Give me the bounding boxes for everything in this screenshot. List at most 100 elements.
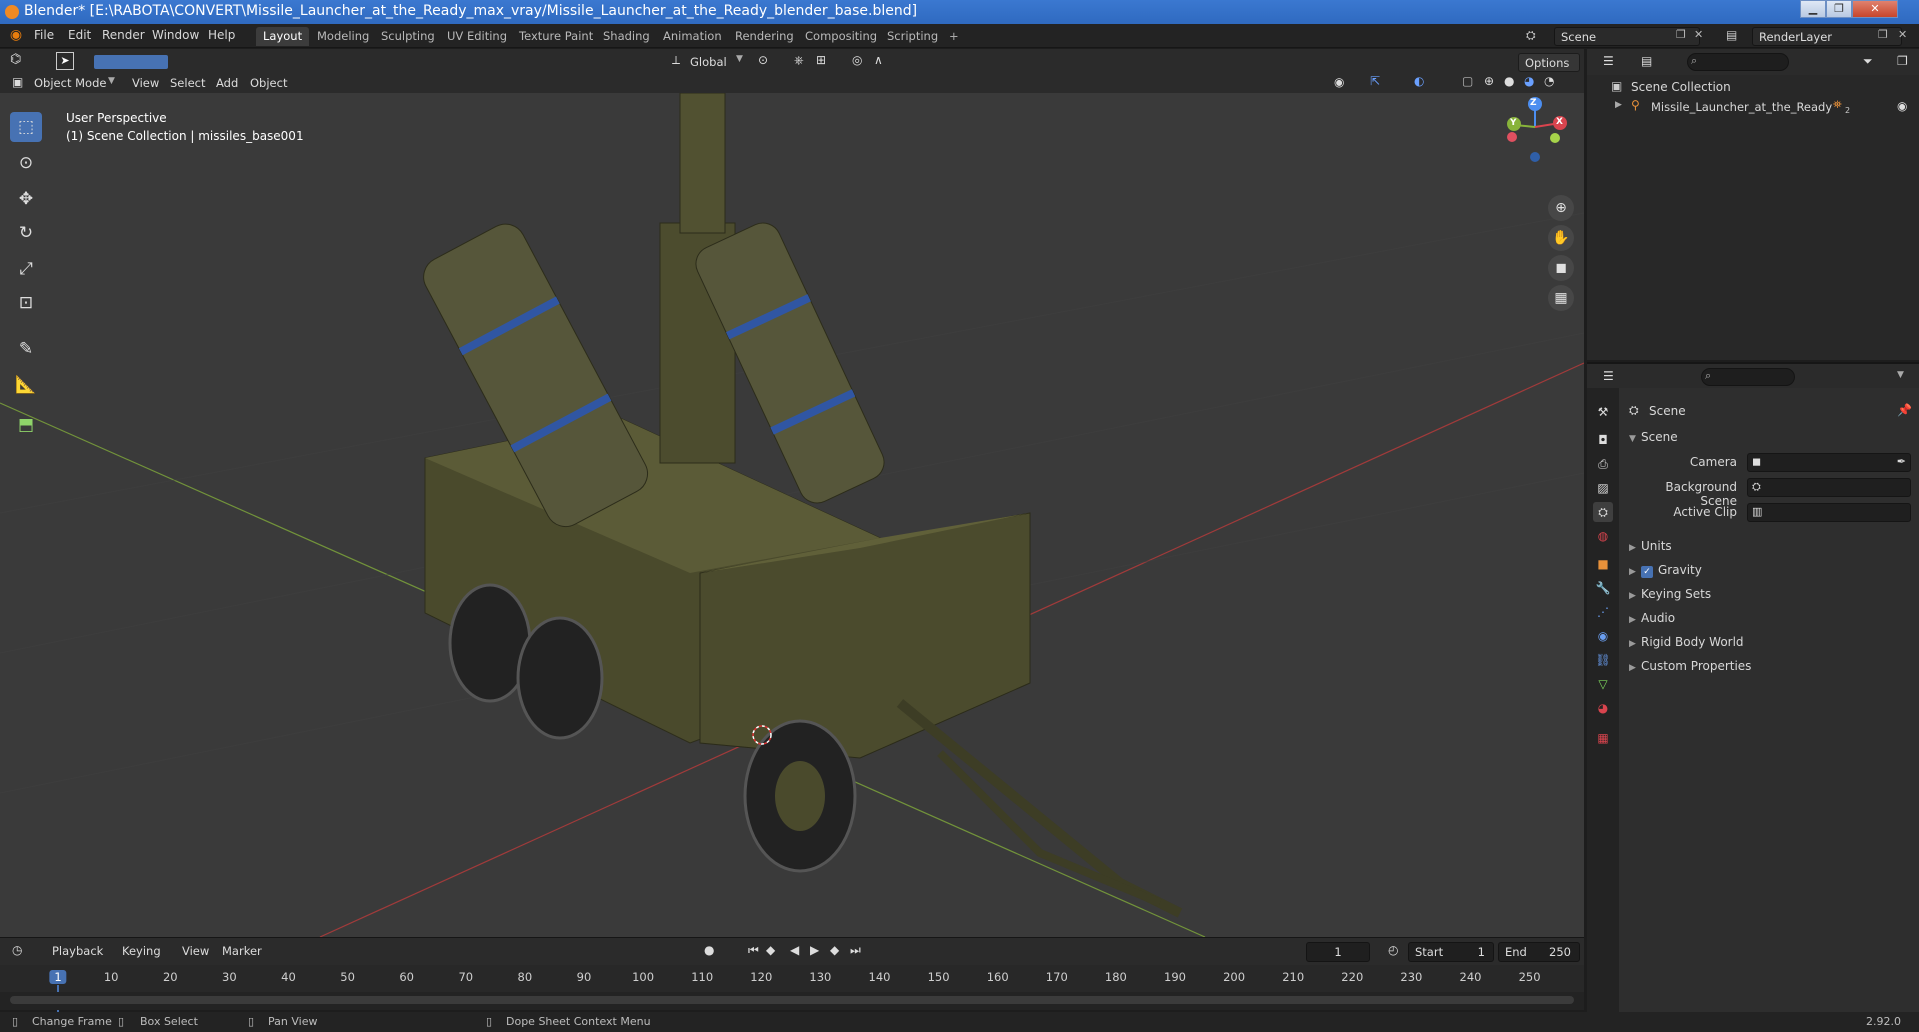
viewport-menu-object[interactable]: Object <box>250 76 287 90</box>
modifier-tab-icon[interactable]: 🔧 <box>1593 578 1613 598</box>
play-reverse-icon[interactable]: ◀ <box>790 944 799 956</box>
tab-layout[interactable]: Layout <box>256 27 310 46</box>
tab-scripting[interactable]: Scripting <box>880 27 945 46</box>
menu-edit[interactable]: Edit <box>68 28 91 42</box>
gravity-panel[interactable]: ▶ ✓ Gravity <box>1629 563 1702 578</box>
record-icon[interactable]: ● <box>704 944 714 956</box>
render-tab-icon[interactable]: ◘ <box>1593 430 1613 450</box>
outliner-editor-icon[interactable]: ☰ <box>1603 55 1614 67</box>
zoom-icon[interactable]: ⊕ <box>1548 195 1574 221</box>
scene-tab-icon[interactable]: ⛭ <box>1593 502 1613 522</box>
custom-properties-panel[interactable]: ▶ Custom Properties <box>1629 659 1751 673</box>
units-panel[interactable]: ▶ Units <box>1629 539 1672 553</box>
timeline-scrollbar[interactable] <box>10 996 1574 1004</box>
cursor-tool-icon[interactable]: ⊙ <box>10 148 42 178</box>
camera-field[interactable]: ◼ ✒ <box>1747 453 1911 472</box>
properties-search-input[interactable] <box>1701 368 1795 386</box>
object-mode-dropdown[interactable]: Object Mode <box>34 76 106 90</box>
physics-tab-icon[interactable]: ◉ <box>1593 626 1613 646</box>
menu-help[interactable]: Help <box>208 28 235 42</box>
chevron-down-icon[interactable]: ▼ <box>108 77 115 86</box>
start-frame-field[interactable]: Start 1 <box>1408 942 1494 962</box>
gravity-checkbox[interactable]: ✓ <box>1641 566 1653 578</box>
select-mode-icon[interactable]: ➤ <box>56 52 74 70</box>
viewport-menu-select[interactable]: Select <box>170 76 205 90</box>
minimize-button[interactable]: ▁ <box>1800 0 1826 18</box>
camera-view-icon[interactable]: ◼ <box>1548 255 1574 281</box>
tab-shading[interactable]: Shading <box>596 27 657 46</box>
maximize-button[interactable]: ❐ <box>1826 0 1852 18</box>
display-mode-icon[interactable]: ▤ <box>1641 55 1652 67</box>
delete-view-layer-icon[interactable]: ✕ <box>1898 29 1907 40</box>
measure-tool-icon[interactable]: 📐 <box>10 370 42 400</box>
active-clip-field[interactable]: ▥ <box>1747 503 1911 522</box>
tab-rendering[interactable]: Rendering <box>728 27 801 46</box>
outliner-item[interactable]: Missile_Launcher_at_the_Ready <box>1651 100 1832 114</box>
tab-compositing[interactable]: Compositing <box>798 27 884 46</box>
menu-file[interactable]: File <box>34 28 54 42</box>
snap-target-icon[interactable]: ⊞ <box>816 54 826 66</box>
eyedropper-icon[interactable]: ✒ <box>1897 456 1906 467</box>
select-box-tool-icon[interactable]: ⬚ <box>10 112 42 142</box>
transform-tool-icon[interactable]: ⊡ <box>10 288 42 318</box>
constraints-tab-icon[interactable]: ⛓ <box>1593 650 1613 670</box>
add-workspace-button[interactable]: + <box>942 27 966 46</box>
pan-hand-icon[interactable]: ✋ <box>1548 225 1574 251</box>
timeline-menu-playback[interactable]: Playback <box>52 944 103 958</box>
outliner-search-input[interactable] <box>1687 53 1789 71</box>
delete-scene-icon[interactable]: ✕ <box>1694 29 1703 40</box>
properties-editor-icon[interactable]: ☰ <box>1603 370 1614 382</box>
jump-start-icon[interactable]: ⏮ <box>748 944 759 956</box>
timeline-ruler[interactable]: 1 10 20 30 40 50 60 70 80 90 100 110 120 130 140 150 160… <box>0 965 1584 1012</box>
timeline-editor-icon[interactable]: ◷ <box>12 944 22 956</box>
wireframe-shading-icon[interactable]: ⊕ <box>1484 75 1494 87</box>
menu-window[interactable]: Window <box>152 28 199 42</box>
blender-menu-icon[interactable]: ◉ <box>8 28 24 44</box>
snap-icon[interactable]: ⎈ <box>794 54 804 66</box>
filter-icon[interactable]: ⏷ <box>1863 55 1873 67</box>
output-tab-icon[interactable]: ⎙ <box>1593 454 1613 474</box>
ortho-grid-icon[interactable]: ▦ <box>1548 285 1574 311</box>
new-scene-icon[interactable]: ❐ <box>1676 29 1686 40</box>
view-layer-tab-icon[interactable]: ▨ <box>1593 478 1613 498</box>
keying-sets-panel[interactable]: ▶ Keying Sets <box>1629 587 1711 601</box>
next-keyframe-icon[interactable]: ◆ <box>830 944 839 956</box>
scale-tool-icon[interactable]: ⤢ <box>10 254 42 284</box>
object-tab-icon[interactable]: ■ <box>1593 554 1613 574</box>
audio-panel[interactable]: ▶ Audio <box>1629 611 1675 625</box>
solid-shading-icon[interactable]: ● <box>1504 75 1514 87</box>
particles-tab-icon[interactable]: ⋰ <box>1593 602 1613 622</box>
editor-type-icon[interactable]: ⌬ <box>10 53 21 66</box>
texture-tab-icon[interactable]: ▦ <box>1593 728 1613 748</box>
3d-viewport[interactable]: User Perspective (1) Scene Collection | … <box>0 93 1584 937</box>
tab-texture-paint[interactable]: Texture Paint <box>512 27 600 46</box>
scene-panel-header[interactable]: ▼ Scene <box>1629 430 1678 444</box>
data-tab-icon[interactable]: ▽ <box>1593 674 1613 694</box>
material-shading-icon[interactable]: ◕ <box>1524 75 1534 87</box>
rigid-body-world-panel[interactable]: ▶ Rigid Body World <box>1629 635 1744 649</box>
play-icon[interactable]: ▶ <box>810 944 819 956</box>
transform-orientation[interactable]: Global <box>690 55 727 69</box>
gizmo-toggle-icon[interactable]: ⇱ <box>1370 75 1380 87</box>
tool-tab-icon[interactable]: ⚒ <box>1593 402 1613 422</box>
rendered-shading-icon[interactable]: ◔ <box>1544 75 1554 87</box>
tab-uv-editing[interactable]: UV Editing <box>440 27 514 46</box>
new-collection-icon[interactable]: ❐ <box>1897 55 1908 67</box>
pin-icon[interactable]: 📌 <box>1897 404 1912 416</box>
end-frame-field[interactable]: End 250 <box>1498 942 1580 962</box>
rotate-tool-icon[interactable]: ↻ <box>10 218 42 248</box>
overlays-icon[interactable]: ◐ <box>1414 75 1424 87</box>
timeline-menu-keying[interactable]: Keying <box>122 944 161 958</box>
visibility-eye-icon[interactable]: ◉ <box>1897 100 1907 112</box>
add-cube-tool-icon[interactable]: ⬒ <box>10 410 42 440</box>
xray-icon[interactable]: ▢ <box>1462 75 1473 87</box>
annotate-tool-icon[interactable]: ✎ <box>10 334 42 364</box>
timeline-menu-marker[interactable]: Marker <box>222 944 262 958</box>
view-layer-icon[interactable]: ▤ <box>1726 29 1737 41</box>
selection-mode-buttons[interactable] <box>94 55 168 69</box>
timeline-menu-view[interactable]: View <box>182 944 209 958</box>
new-view-layer-icon[interactable]: ❐ <box>1878 29 1888 40</box>
current-frame-field[interactable]: 1 <box>1306 942 1370 962</box>
chevron-down-icon[interactable]: ▼ <box>736 55 743 64</box>
tab-animation[interactable]: Animation <box>656 27 729 46</box>
